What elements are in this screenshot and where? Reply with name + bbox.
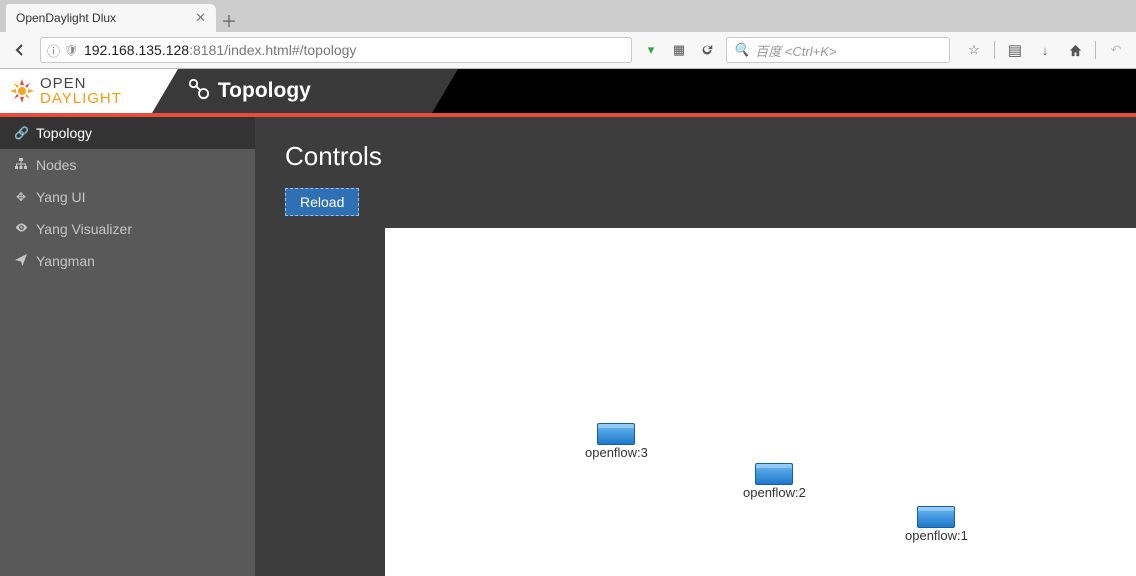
browser-tab[interactable]: OpenDaylight Dlux ✕ (6, 4, 216, 32)
browser-toolbar: ⓘ 🛡 192.168.135.128:8181/index.html#/top… (0, 32, 1136, 69)
search-box[interactable]: 🔍 百度 <Ctrl+K> (726, 37, 950, 63)
header-title: Topology (188, 78, 311, 105)
bookmark-star-icon[interactable]: ☆ (960, 36, 988, 64)
sidebar-item-yang-visualizer[interactable]: Yang Visualizer (0, 213, 255, 245)
switch-icon (755, 463, 793, 485)
tab-close-icon[interactable]: ✕ (195, 10, 206, 26)
sitemap-icon (14, 158, 28, 173)
sidebar-item-label: Topology (36, 125, 92, 141)
shield-icon[interactable]: ▾ (638, 42, 664, 58)
controls-heading: Controls (285, 141, 1136, 172)
downloads-icon[interactable]: ↓ (1031, 36, 1059, 64)
url-bar[interactable]: ⓘ 🛡 192.168.135.128:8181/index.html#/top… (40, 37, 632, 63)
topology-node[interactable]: openflow:3 (585, 423, 648, 460)
topology-node[interactable]: openflow:2 (743, 463, 806, 500)
sidebar-item-yang-ui[interactable]: ✥ Yang UI (0, 181, 255, 213)
sidebar-item-label: Yang UI (36, 189, 86, 205)
opendaylight-icon (10, 79, 34, 103)
topology-node[interactable]: openflow:1 (905, 506, 968, 543)
qr-icon[interactable]: ▦ (666, 42, 692, 58)
sidebar-item-label: Yangman (36, 253, 95, 269)
sidebar-item-topology[interactable]: 🔗 Topology (0, 117, 255, 149)
search-icon: 🔍 (733, 42, 749, 58)
switch-icon (597, 423, 635, 445)
topology-icon (188, 78, 210, 105)
undo-icon[interactable]: ↶ (1102, 36, 1130, 64)
back-button[interactable] (6, 36, 34, 64)
send-icon (14, 254, 28, 269)
node-label: openflow:3 (585, 445, 648, 460)
app-header: OPEN DAYLIGHT Topology (0, 69, 1136, 113)
library-icon[interactable]: ▤ (1001, 36, 1029, 64)
switch-icon (917, 506, 955, 528)
reload-button[interactable]: Reload (285, 188, 359, 216)
search-placeholder: 百度 <Ctrl+K> (755, 41, 836, 60)
new-tab-button[interactable]: ＋ (216, 8, 242, 32)
tab-title: OpenDaylight Dlux (16, 11, 116, 25)
browser-tab-strip: OpenDaylight Dlux ✕ ＋ (0, 0, 1136, 32)
sidebar: 🔗 Topology Nodes ✥ Yang UI (0, 117, 255, 576)
logo-text-line2: DAYLIGHT (40, 91, 122, 106)
node-label: openflow:1 (905, 528, 968, 543)
main-content: Controls Reload openflow:3openflow:2open… (255, 117, 1136, 576)
eye-icon (14, 221, 28, 237)
url-text: 192.168.135.128:8181/index.html#/topolog… (84, 42, 356, 58)
topology-canvas[interactable]: openflow:3 openflow:2 openflow:1 (385, 228, 1136, 576)
sidebar-item-label: Yang Visualizer (36, 221, 132, 237)
sidebar-item-yangman[interactable]: Yangman (0, 245, 255, 277)
app-logo[interactable]: OPEN DAYLIGHT (0, 69, 152, 113)
logo-text-line1: OPEN (40, 76, 122, 91)
sidebar-item-nodes[interactable]: Nodes (0, 149, 255, 181)
home-icon[interactable] (1061, 36, 1089, 64)
link-icon: 🔗 (14, 126, 28, 140)
sidebar-item-label: Nodes (36, 157, 76, 173)
reload-icon[interactable] (694, 43, 720, 57)
site-info-icon[interactable]: ⓘ 🛡 (47, 41, 78, 60)
arrows-icon: ✥ (14, 190, 28, 204)
node-label: openflow:2 (743, 485, 806, 500)
